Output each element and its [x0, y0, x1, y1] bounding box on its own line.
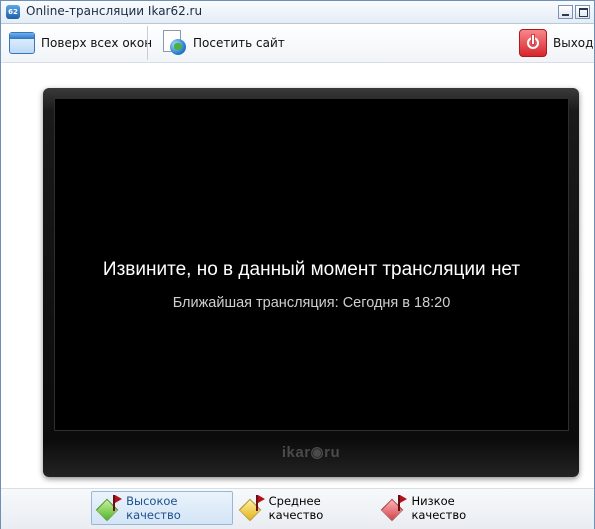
- window-title: Online-трансляции Ikar62.ru: [26, 4, 203, 18]
- monitor-frame: Извините, но в данный момент трансляции …: [43, 88, 579, 477]
- toolbar: Поверх всех окон Посетить сайт Выход: [1, 24, 594, 63]
- high-quality-label: Высокое качество: [126, 494, 181, 522]
- visit-site-label: Посетить сайт: [193, 36, 285, 50]
- minimize-button[interactable]: [558, 5, 573, 19]
- window-icon: [9, 32, 35, 54]
- power-icon: [519, 29, 547, 57]
- always-on-top-button[interactable]: Поверх всех окон: [9, 28, 152, 58]
- always-on-top-label: Поверх всех окон: [41, 36, 153, 50]
- yellow-gem-icon: [238, 493, 265, 523]
- minimize-icon: [562, 14, 569, 16]
- globe-icon: [161, 30, 187, 56]
- high-quality-button[interactable]: Высокое качество: [91, 491, 233, 525]
- video-screen[interactable]: Извините, но в данный момент трансляции …: [54, 98, 569, 431]
- visit-site-button[interactable]: Посетить сайт: [161, 28, 285, 58]
- app-window: 62 Online-трансляции Ikar62.ru Поверх вс…: [0, 0, 595, 529]
- medium-quality-label: Среднее качество: [268, 494, 324, 522]
- title-bar[interactable]: 62 Online-трансляции Ikar62.ru: [1, 1, 594, 24]
- medium-quality-button[interactable]: Среднее качество: [235, 491, 373, 525]
- toolbar-separator: [147, 26, 148, 60]
- next-broadcast-text: Ближайшая трансляция: Сегодня в 18:20: [172, 295, 451, 311]
- low-quality-label: Низкое качество: [411, 494, 467, 522]
- maximize-button[interactable]: [575, 5, 590, 19]
- exit-button[interactable]: Выход: [519, 28, 593, 58]
- red-gem-icon: [380, 493, 407, 523]
- quality-bar: Высокое качество Среднее качество Низкое…: [1, 488, 594, 529]
- green-gem-icon: [95, 493, 122, 523]
- maximize-icon: [579, 8, 588, 17]
- brand-logo: ikar◉ru: [281, 444, 341, 461]
- player-area: Извините, но в данный момент трансляции …: [1, 63, 594, 488]
- exit-label: Выход: [553, 36, 594, 50]
- no-broadcast-message: Извините, но в данный момент трансляции …: [102, 259, 521, 280]
- low-quality-button[interactable]: Низкое качество: [377, 491, 511, 525]
- app-icon: 62: [6, 5, 20, 19]
